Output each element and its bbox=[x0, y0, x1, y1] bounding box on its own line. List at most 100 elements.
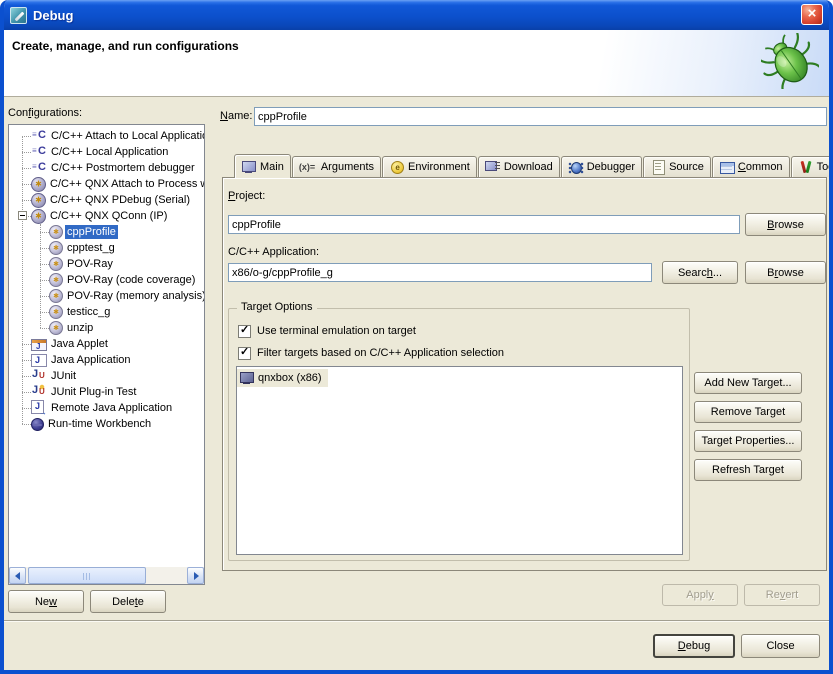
scroll-right-arrow-icon[interactable] bbox=[187, 567, 204, 584]
tab-panel-main: Project: Browse C/C++ Application: Searc… bbox=[222, 177, 827, 571]
add-new-target-button[interactable]: Add New Target... bbox=[694, 372, 802, 394]
tree-item-remote-java-application[interactable]: Remote Java Application bbox=[9, 400, 204, 416]
tree-horizontal-scrollbar[interactable] bbox=[9, 567, 204, 584]
tree-item-junit[interactable]: JUnit bbox=[9, 368, 204, 384]
tree-item-pov-ray-memory-analysis[interactable]: POV-Ray (memory analysis) bbox=[9, 288, 204, 304]
tree-item-java-applet[interactable]: Java Applet bbox=[9, 336, 204, 352]
project-input[interactable] bbox=[228, 215, 740, 234]
debug-dialog-window: Debug × Create, manage, and run configur… bbox=[0, 0, 833, 674]
dialog-header: Create, manage, and run configurations bbox=[4, 30, 829, 97]
cpp-launcher-icon bbox=[31, 144, 47, 160]
tree-item-c-c-local-application[interactable]: C/C++ Local Application bbox=[9, 144, 204, 160]
tree-item-label: C/C++ Local Application bbox=[49, 145, 170, 159]
revert-button[interactable]: Revert bbox=[744, 584, 820, 606]
qnx-target-icon bbox=[31, 177, 46, 192]
targets-list[interactable]: qnxbox (x86) bbox=[236, 366, 683, 555]
delete-button[interactable]: Delete bbox=[90, 590, 166, 613]
env-icon bbox=[389, 159, 405, 175]
tree-item-java-application[interactable]: Java Application bbox=[9, 352, 204, 368]
close-button[interactable]: Close bbox=[741, 634, 820, 658]
tree-item-pov-ray[interactable]: POV-Ray bbox=[9, 256, 204, 272]
qnx-config-icon bbox=[49, 321, 63, 335]
junit-plugin-icon bbox=[31, 384, 47, 400]
qnx-target-icon bbox=[31, 209, 46, 224]
cpp-launcher-icon bbox=[31, 160, 47, 176]
target-list-item-qnxbox-x86[interactable]: qnxbox (x86) bbox=[237, 369, 328, 387]
window-title: Debug bbox=[33, 8, 73, 23]
close-icon[interactable]: × bbox=[801, 4, 823, 25]
tree-item-label: POV-Ray (code coverage) bbox=[65, 273, 197, 287]
browse-project-button[interactable]: Browse bbox=[745, 213, 826, 236]
scrollbar-track[interactable] bbox=[26, 567, 187, 584]
browse-application-button[interactable]: Browse bbox=[745, 261, 826, 284]
tree-item-junit-plug-in-test[interactable]: JUnit Plug-in Test bbox=[9, 384, 204, 400]
tab-download[interactable]: Download bbox=[478, 156, 560, 177]
qnx-config-icon bbox=[49, 289, 63, 303]
tree-item-cpptest-g[interactable]: cpptest_g bbox=[9, 240, 204, 256]
refresh-target-button[interactable]: Refresh Target bbox=[694, 459, 802, 481]
tree-item-label: Java Applet bbox=[49, 337, 110, 351]
tree-item-label: JUnit Plug-in Test bbox=[49, 385, 138, 399]
tab-main[interactable]: Main bbox=[234, 154, 291, 178]
tab-label: Download bbox=[504, 161, 553, 173]
computer-icon bbox=[239, 371, 254, 386]
tab-arguments[interactable]: Arguments bbox=[292, 156, 381, 177]
qnx-config-icon bbox=[49, 241, 63, 255]
tree-item-label: unzip bbox=[65, 321, 95, 335]
tab-label: Debugger bbox=[587, 161, 635, 173]
config-tree[interactable]: C/C++ Attach to Local ApplicatioC/C++ Lo… bbox=[8, 124, 205, 585]
bug-icon bbox=[761, 33, 819, 92]
java-app-icon bbox=[31, 354, 47, 367]
tree-item-label: C/C++ QNX Attach to Process w bbox=[48, 177, 205, 191]
application-input[interactable] bbox=[228, 263, 652, 282]
monitor-icon bbox=[241, 159, 257, 175]
tree-item-label: JUnit bbox=[49, 369, 78, 383]
tree-item-label: C/C++ QNX QConn (IP) bbox=[48, 209, 169, 223]
source-icon bbox=[650, 159, 666, 175]
tree-item-c-c-qnx-qconn-ip[interactable]: C/C++ QNX QConn (IP) bbox=[9, 208, 204, 224]
tree-item-cppprofile[interactable]: cppProfile bbox=[9, 224, 204, 240]
apply-button[interactable]: Apply bbox=[662, 584, 738, 606]
junit-icon bbox=[31, 368, 47, 384]
name-input[interactable] bbox=[254, 107, 827, 126]
tab-bar: MainArgumentsEnvironment Download Debugger… bbox=[234, 154, 833, 178]
tab-environment[interactable]: Environment bbox=[382, 156, 477, 177]
terminal-emulation-checkbox-row: Use terminal emulation on target bbox=[238, 323, 416, 339]
target-properties-button[interactable]: Target Properties... bbox=[694, 430, 802, 452]
filter-targets-checkbox-row: Filter targets based on C/C++ Applicatio… bbox=[238, 345, 504, 361]
scrollbar-thumb[interactable] bbox=[28, 567, 146, 584]
tree-item-label: POV-Ray bbox=[65, 257, 115, 271]
common-icon bbox=[719, 159, 735, 175]
tree-item-c-c-postmortem-debugger[interactable]: C/C++ Postmortem debugger bbox=[9, 160, 204, 176]
tree-item-c-c-qnx-attach-to-process-w[interactable]: C/C++ QNX Attach to Process w bbox=[9, 176, 204, 192]
tree-item-pov-ray-code-coverage[interactable]: POV-Ray (code coverage) bbox=[9, 272, 204, 288]
tree-item-label: cpptest_g bbox=[65, 241, 117, 255]
tab-common[interactable]: Common bbox=[712, 156, 790, 177]
dialog-footer: Debug Close bbox=[4, 622, 829, 670]
tree-item-c-c-attach-to-local-applicatio[interactable]: C/C++ Attach to Local Applicatio bbox=[9, 128, 204, 144]
new-button[interactable]: New bbox=[8, 590, 84, 613]
tree-item-unzip[interactable]: unzip bbox=[9, 320, 204, 336]
qnx-config-icon bbox=[49, 305, 63, 319]
tab-debugger[interactable]: Debugger bbox=[561, 156, 642, 177]
tab-source[interactable]: Source bbox=[643, 156, 711, 177]
remove-target-button[interactable]: Remove Target bbox=[694, 401, 802, 423]
tab-tools[interactable]: Tools bbox=[791, 156, 833, 177]
terminal-emulation-checkbox[interactable] bbox=[238, 325, 251, 338]
tree-item-testicc-g[interactable]: testicc_g bbox=[9, 304, 204, 320]
tree-item-run-time-workbench[interactable]: Run-time Workbench bbox=[9, 416, 204, 432]
tree-collapse-minus-icon[interactable] bbox=[18, 211, 27, 220]
qnx-config-icon bbox=[49, 225, 63, 239]
tree-item-c-c-qnx-pdebug-serial[interactable]: C/C++ QNX PDebug (Serial) bbox=[9, 192, 204, 208]
search-button[interactable]: Search... bbox=[662, 261, 738, 284]
args-icon bbox=[299, 159, 318, 175]
tree-item-label: Run-time Workbench bbox=[46, 417, 153, 431]
debug-button[interactable]: Debug bbox=[653, 634, 735, 658]
filter-targets-checkbox[interactable] bbox=[238, 347, 251, 360]
dialog-body: Configurations: C/C++ Attach to Local Ap… bbox=[4, 97, 829, 620]
scroll-left-arrow-icon[interactable] bbox=[9, 567, 26, 584]
title-bar[interactable]: Debug × bbox=[4, 0, 829, 30]
tree-item-label: C/C++ Postmortem debugger bbox=[49, 161, 197, 175]
tab-label: Source bbox=[669, 161, 704, 173]
target-item-label: qnxbox (x86) bbox=[258, 372, 322, 384]
